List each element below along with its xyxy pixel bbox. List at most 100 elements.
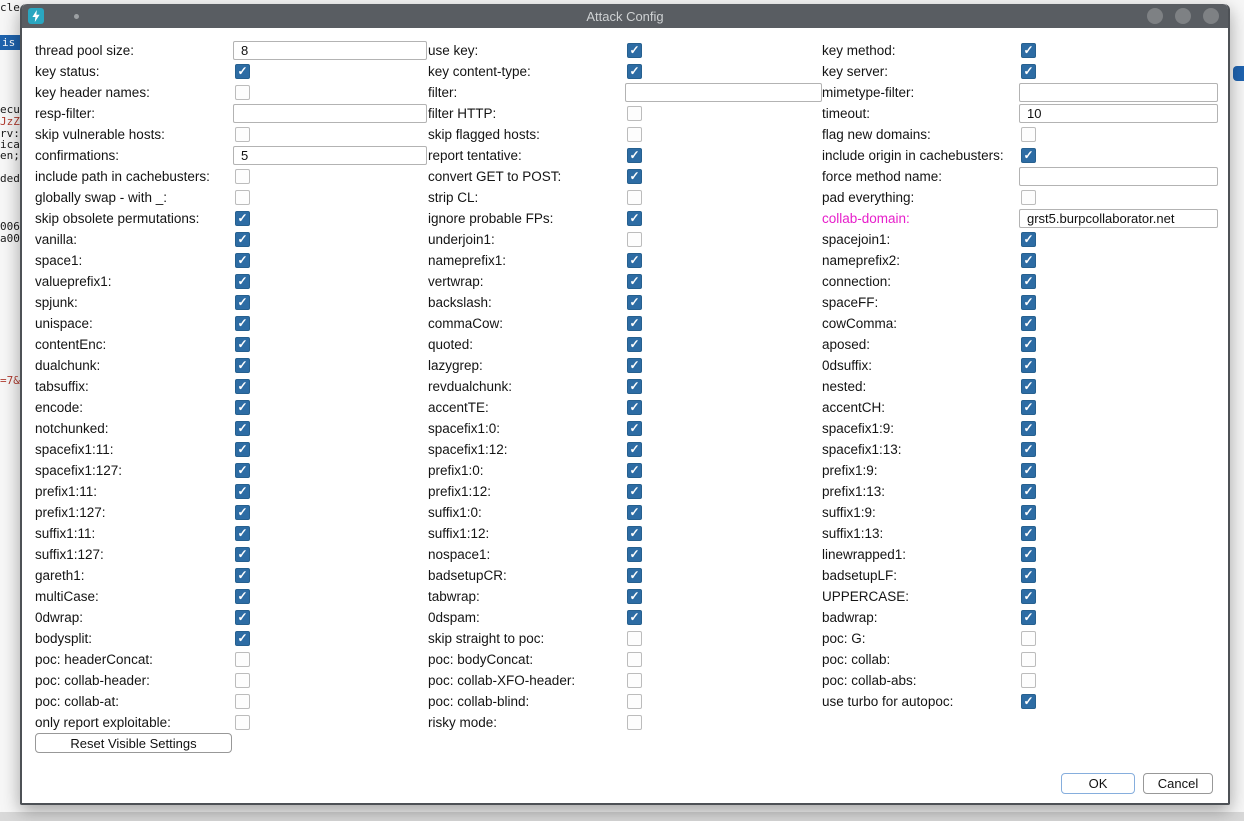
- input-force-method-name[interactable]: [1019, 167, 1218, 186]
- input-filter[interactable]: [625, 83, 822, 102]
- checkbox-dualchunk[interactable]: ✓: [235, 358, 250, 373]
- checkbox-poc-collab-at[interactable]: [235, 694, 250, 709]
- checkbox-vertwrap[interactable]: ✓: [627, 274, 642, 289]
- checkbox-poc-collab-blind[interactable]: [627, 694, 642, 709]
- checkbox-contentenc[interactable]: ✓: [235, 337, 250, 352]
- checkbox-uppercase[interactable]: ✓: [1021, 589, 1036, 604]
- window-control-button[interactable]: [1203, 8, 1219, 24]
- reset-visible-settings-button[interactable]: Reset Visible Settings: [35, 733, 232, 753]
- checkbox-poc-bodyconcat[interactable]: [627, 652, 642, 667]
- checkbox-vanilla[interactable]: ✓: [235, 232, 250, 247]
- checkbox-include-origin-in-cachebusters[interactable]: ✓: [1021, 148, 1036, 163]
- checkbox-commacow[interactable]: ✓: [627, 316, 642, 331]
- checkbox-0dsuffix[interactable]: ✓: [1021, 358, 1036, 373]
- checkbox-backslash[interactable]: ✓: [627, 295, 642, 310]
- checkbox-nospace1[interactable]: ✓: [627, 547, 642, 562]
- checkbox-include-path-in-cachebusters[interactable]: [235, 169, 250, 184]
- checkbox-0dwrap[interactable]: ✓: [235, 610, 250, 625]
- checkbox-nameprefix2[interactable]: ✓: [1021, 253, 1036, 268]
- checkbox-filter-http[interactable]: [627, 106, 642, 121]
- checkbox-suffix1-12[interactable]: ✓: [627, 526, 642, 541]
- checkbox-spjunk[interactable]: ✓: [235, 295, 250, 310]
- checkbox-cowcomma[interactable]: ✓: [1021, 316, 1036, 331]
- checkbox-encode[interactable]: ✓: [235, 400, 250, 415]
- checkbox-spacefix1-9[interactable]: ✓: [1021, 421, 1036, 436]
- checkbox-poc-headerconcat[interactable]: [235, 652, 250, 667]
- checkbox-skip-vulnerable-hosts[interactable]: [235, 127, 250, 142]
- checkbox-poc-g[interactable]: [1021, 631, 1036, 646]
- checkbox-poc-collab-xfo-header[interactable]: [627, 673, 642, 688]
- dialog-titlebar[interactable]: Attack Config: [22, 4, 1228, 28]
- checkbox-convert-get-to-post[interactable]: ✓: [627, 169, 642, 184]
- checkbox-tabwrap[interactable]: ✓: [627, 589, 642, 604]
- checkbox-spacejoin1[interactable]: ✓: [1021, 232, 1036, 247]
- checkbox-tabsuffix[interactable]: ✓: [235, 379, 250, 394]
- checkbox-use-turbo-for-autopoc[interactable]: ✓: [1021, 694, 1036, 709]
- checkbox-spacefix1-127[interactable]: ✓: [235, 463, 250, 478]
- input-timeout[interactable]: [1019, 104, 1218, 123]
- checkbox-key-status[interactable]: ✓: [235, 64, 250, 79]
- checkbox-spacefix1-0[interactable]: ✓: [627, 421, 642, 436]
- checkbox-report-tentative[interactable]: ✓: [627, 148, 642, 163]
- checkbox-suffix1-127[interactable]: ✓: [235, 547, 250, 562]
- checkbox-skip-obsolete-permutations[interactable]: ✓: [235, 211, 250, 226]
- checkbox-prefix1-12[interactable]: ✓: [627, 484, 642, 499]
- ok-button[interactable]: OK: [1061, 773, 1135, 794]
- checkbox-suffix1-11[interactable]: ✓: [235, 526, 250, 541]
- input-mimetype-filter[interactable]: [1019, 83, 1218, 102]
- checkbox-prefix1-0[interactable]: ✓: [627, 463, 642, 478]
- checkbox-poc-collab[interactable]: [1021, 652, 1036, 667]
- window-control-button[interactable]: [1175, 8, 1191, 24]
- checkbox-nested[interactable]: ✓: [1021, 379, 1036, 394]
- checkbox-prefix1-127[interactable]: ✓: [235, 505, 250, 520]
- checkbox-badsetuplf[interactable]: ✓: [1021, 568, 1036, 583]
- checkbox-aposed[interactable]: ✓: [1021, 337, 1036, 352]
- checkbox-prefix1-13[interactable]: ✓: [1021, 484, 1036, 499]
- checkbox-accentch[interactable]: ✓: [1021, 400, 1036, 415]
- checkbox-suffix1-0[interactable]: ✓: [627, 505, 642, 520]
- checkbox-key-content-type[interactable]: ✓: [627, 64, 642, 79]
- checkbox-key-method[interactable]: ✓: [1021, 43, 1036, 58]
- checkbox-poc-collab-abs[interactable]: [1021, 673, 1036, 688]
- checkbox-spacefix1-12[interactable]: ✓: [627, 442, 642, 457]
- checkbox-spacefix1-13[interactable]: ✓: [1021, 442, 1036, 457]
- checkbox-key-header-names[interactable]: [235, 85, 250, 100]
- cancel-button[interactable]: Cancel: [1143, 773, 1213, 794]
- checkbox-globally-swap-with[interactable]: [235, 190, 250, 205]
- checkbox-lazygrep[interactable]: ✓: [627, 358, 642, 373]
- checkbox-space1[interactable]: ✓: [235, 253, 250, 268]
- checkbox-skip-straight-to-poc[interactable]: [627, 631, 642, 646]
- checkbox-strip-cl[interactable]: [627, 190, 642, 205]
- checkbox-valueprefix1[interactable]: ✓: [235, 274, 250, 289]
- checkbox-skip-flagged-hosts[interactable]: [627, 127, 642, 142]
- checkbox-key-server[interactable]: ✓: [1021, 64, 1036, 79]
- checkbox-pad-everything[interactable]: [1021, 190, 1036, 205]
- checkbox-poc-collab-header[interactable]: [235, 673, 250, 688]
- checkbox-spacefix1-11[interactable]: ✓: [235, 442, 250, 457]
- input-resp-filter[interactable]: [233, 104, 427, 123]
- checkbox-quoted[interactable]: ✓: [627, 337, 642, 352]
- checkbox-multicase[interactable]: ✓: [235, 589, 250, 604]
- window-control-button[interactable]: [1147, 8, 1163, 24]
- checkbox-notchunked[interactable]: ✓: [235, 421, 250, 436]
- checkbox-suffix1-9[interactable]: ✓: [1021, 505, 1036, 520]
- checkbox-badwrap[interactable]: ✓: [1021, 610, 1036, 625]
- checkbox-unispace[interactable]: ✓: [235, 316, 250, 331]
- input-confirmations[interactable]: [233, 146, 427, 165]
- checkbox-nameprefix1[interactable]: ✓: [627, 253, 642, 268]
- checkbox-0dspam[interactable]: ✓: [627, 610, 642, 625]
- checkbox-revdualchunk[interactable]: ✓: [627, 379, 642, 394]
- input-collab-domain[interactable]: [1019, 209, 1218, 228]
- checkbox-ignore-probable-fps[interactable]: ✓: [627, 211, 642, 226]
- checkbox-bodysplit[interactable]: ✓: [235, 631, 250, 646]
- checkbox-flag-new-domains[interactable]: [1021, 127, 1036, 142]
- checkbox-prefix1-9[interactable]: ✓: [1021, 463, 1036, 478]
- input-thread-pool-size[interactable]: [233, 41, 427, 60]
- checkbox-badsetupcr[interactable]: ✓: [627, 568, 642, 583]
- checkbox-suffix1-13[interactable]: ✓: [1021, 526, 1036, 541]
- checkbox-accentte[interactable]: ✓: [627, 400, 642, 415]
- checkbox-connection[interactable]: ✓: [1021, 274, 1036, 289]
- checkbox-risky-mode[interactable]: [627, 715, 642, 730]
- checkbox-gareth1[interactable]: ✓: [235, 568, 250, 583]
- checkbox-only-report-exploitable[interactable]: [235, 715, 250, 730]
